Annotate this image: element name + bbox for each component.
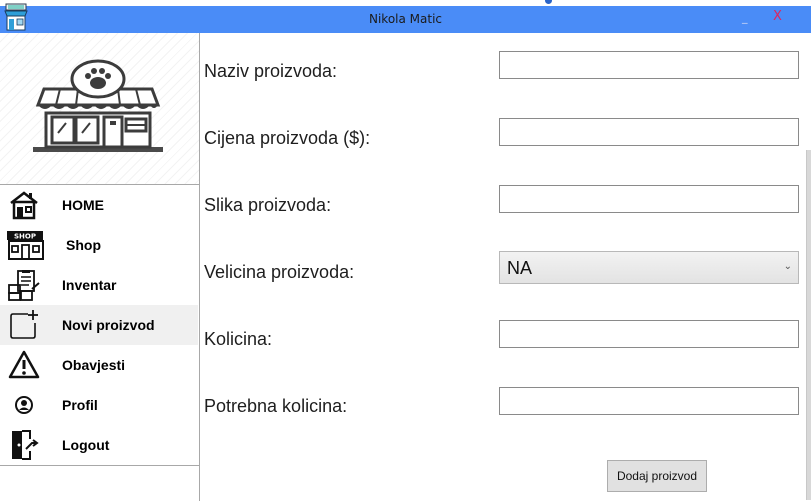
home-icon — [10, 191, 38, 220]
sidebar-item-home[interactable]: HOME — [0, 185, 198, 225]
product-price-label: Cijena proizvoda ($): — [204, 128, 371, 148]
title-bar: Nikola Matic _ X — [0, 0, 811, 36]
sidebar-item-logout[interactable]: Logout — [0, 425, 198, 465]
sidebar-item-profil[interactable]: Profil — [0, 385, 198, 425]
sidebar-item-label: Shop — [66, 237, 101, 253]
product-image-input[interactable] — [499, 185, 799, 213]
sidebar: HOME SHOP Shop Inventar Novi proizvod Ob… — [0, 33, 200, 501]
product-size-value: NA — [507, 258, 533, 278]
warning-icon — [8, 350, 40, 379]
top-indicator — [545, 0, 552, 4]
logout-door-icon — [12, 430, 39, 460]
product-size-label: Velicina proizvoda: — [204, 262, 355, 282]
chevron-down-icon: ⌄ — [783, 261, 792, 272]
sidebar-item-label: Profil — [62, 397, 98, 413]
required-quantity-input[interactable] — [499, 387, 799, 415]
product-name-input[interactable] — [499, 51, 799, 79]
add-new-icon — [10, 310, 38, 339]
inventory-icon — [8, 270, 40, 301]
sidebar-item-label: HOME — [62, 197, 104, 213]
svg-text:SHOP: SHOP — [14, 233, 36, 241]
product-size-select[interactable]: NA ⌄ — [499, 251, 799, 284]
user-profile-icon — [15, 396, 33, 414]
sidebar-item-novi-proizvod[interactable]: Novi proizvod — [0, 305, 198, 345]
minimize-button[interactable]: _ — [742, 11, 748, 24]
sidebar-item-shop[interactable]: SHOP Shop — [0, 225, 198, 265]
product-image-label: Slika proizvoda: — [204, 195, 332, 215]
sidebar-item-label: Logout — [62, 437, 110, 453]
product-name-label: Naziv proizvoda: — [204, 61, 338, 81]
sidebar-item-label: Inventar — [62, 277, 117, 293]
add-product-button[interactable]: Dodaj proizvod — [607, 460, 707, 492]
shop-sign-icon: SHOP — [7, 231, 44, 260]
logo-area — [0, 33, 199, 184]
scrollbar[interactable] — [806, 150, 811, 500]
pet-shop-store-icon — [33, 59, 163, 152]
quantity-input[interactable] — [499, 320, 799, 348]
sidebar-menu: HOME SHOP Shop Inventar Novi proizvod Ob… — [0, 184, 199, 466]
sidebar-item-label: Obavjesti — [62, 357, 126, 373]
product-price-input[interactable] — [499, 118, 799, 146]
close-button[interactable]: X — [773, 9, 782, 24]
sidebar-item-label: Novi proizvod — [62, 317, 155, 333]
sidebar-item-obavjesti[interactable]: Obavjesti — [0, 345, 198, 385]
required-quantity-label: Potrebna kolicina: — [204, 396, 348, 416]
sidebar-item-inventar[interactable]: Inventar — [0, 265, 198, 305]
window-title: Nikola Matic — [368, 12, 443, 26]
quantity-label: Kolicina: — [204, 329, 273, 349]
